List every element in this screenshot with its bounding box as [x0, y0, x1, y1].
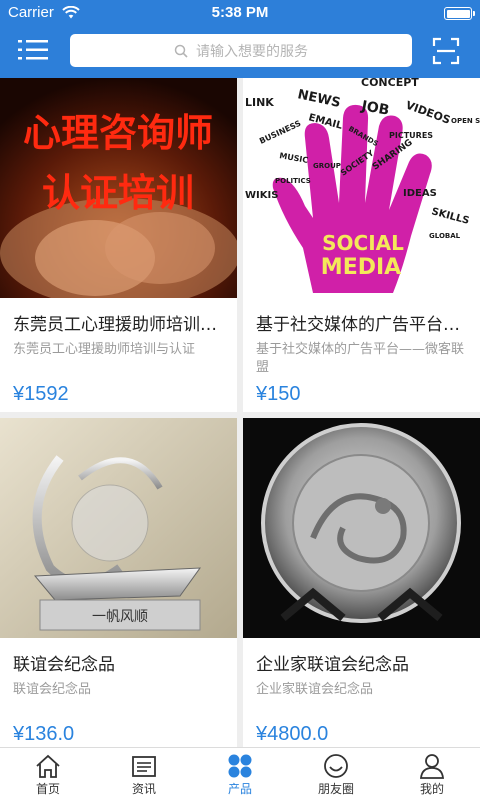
app-header: Carrier 5:38 PM 请输入想要的服务 — [0, 0, 480, 78]
product-description: 东莞员工心理援助师培训与认证 — [13, 342, 196, 357]
bottom-tab-bar: 首页 资讯 产品 朋友圈 我的 — [0, 747, 480, 800]
product-price: ¥1592 — [13, 383, 69, 405]
image-word: OPEN SOURCE — [451, 117, 480, 125]
image-word: LINK — [245, 96, 274, 109]
tab-home[interactable]: 首页 — [0, 748, 96, 800]
product-price: ¥4800.0 — [256, 723, 329, 745]
status-time: 5:38 PM — [211, 4, 269, 21]
tab-label: 首页 — [35, 782, 60, 796]
product-title: 联谊会纪念品 — [13, 655, 115, 675]
tab-label: 资讯 — [131, 782, 156, 796]
profile-icon — [420, 754, 444, 779]
product-price: ¥136.0 — [13, 723, 75, 745]
image-word: PICTURES — [389, 131, 433, 140]
tab-label: 朋友圈 — [317, 782, 354, 796]
image-word: GLOBAL — [429, 232, 461, 240]
news-icon — [132, 756, 156, 777]
product-title: 企业家联谊会纪念品 — [256, 655, 409, 675]
product-title: 基于社交媒体的广告平台——微客联盟 — [256, 315, 471, 335]
search-input[interactable]: 请输入想要的服务 — [70, 34, 412, 67]
status-bar: Carrier 5:38 PM — [0, 0, 480, 26]
home-icon — [36, 754, 60, 778]
tab-label: 产品 — [227, 782, 252, 796]
tab-friends[interactable]: 朋友圈 — [288, 748, 384, 800]
product-title: 东莞员工心理援助师培训与认证 — [13, 315, 228, 335]
image-caption-line-1: 心理咨询师 — [23, 110, 213, 155]
product-description: 企业家联谊会纪念品 — [256, 682, 374, 697]
image-word: WIKIS — [245, 190, 278, 201]
product-image: 心理咨询师 认证培训 — [0, 78, 237, 298]
menu-list-icon — [18, 40, 48, 60]
tab-profile[interactable]: 我的 — [384, 748, 480, 800]
friends-icon — [324, 754, 348, 778]
image-caption: 一帆风顺 — [92, 609, 148, 625]
product-image: 一帆风顺 — [0, 418, 237, 638]
product-icon — [228, 754, 252, 778]
image-word: GROUP — [313, 162, 341, 170]
product-card[interactable]: 一帆风顺 联谊会纪念品 联谊会纪念品 ¥136.0 — [0, 418, 237, 748]
image-word: CONCEPT — [361, 78, 419, 89]
tab-label: 我的 — [419, 782, 444, 796]
product-card[interactable]: 心理咨询师 认证培训 东莞员工心理援助师培训与认证 东莞员工心理援助师培训与认证… — [0, 78, 237, 412]
scan-icon — [432, 37, 460, 65]
product-card[interactable]: 企业家联谊会纪念品 企业家联谊会纪念品 ¥4800.0 — [243, 418, 480, 748]
search-icon — [174, 44, 188, 58]
search-placeholder: 请输入想要的服务 — [196, 43, 308, 60]
product-price: ¥150 — [256, 383, 301, 405]
image-word: IDEAS — [403, 188, 437, 199]
tab-products[interactable]: 产品 — [192, 748, 288, 800]
product-description: 联谊会纪念品 — [13, 682, 92, 697]
image-caption-line-2: 认证培训 — [42, 170, 194, 215]
product-image — [243, 418, 480, 638]
image-word: POLITICS — [275, 177, 311, 185]
scan-button[interactable] — [432, 37, 460, 65]
product-image: SOCIAL MEDIA LINK NEWS EMAIL JOB CONCEPT… — [243, 78, 480, 298]
product-card[interactable]: SOCIAL MEDIA LINK NEWS EMAIL JOB CONCEPT… — [243, 78, 480, 412]
product-description: 基于社交媒体的广告平台——微客联盟 — [256, 342, 465, 375]
battery-icon — [444, 7, 475, 20]
image-word: SOCIAL — [322, 231, 404, 255]
menu-button[interactable] — [18, 38, 48, 62]
image-word: MEDIA — [321, 255, 401, 280]
tab-news[interactable]: 资讯 — [96, 748, 192, 800]
